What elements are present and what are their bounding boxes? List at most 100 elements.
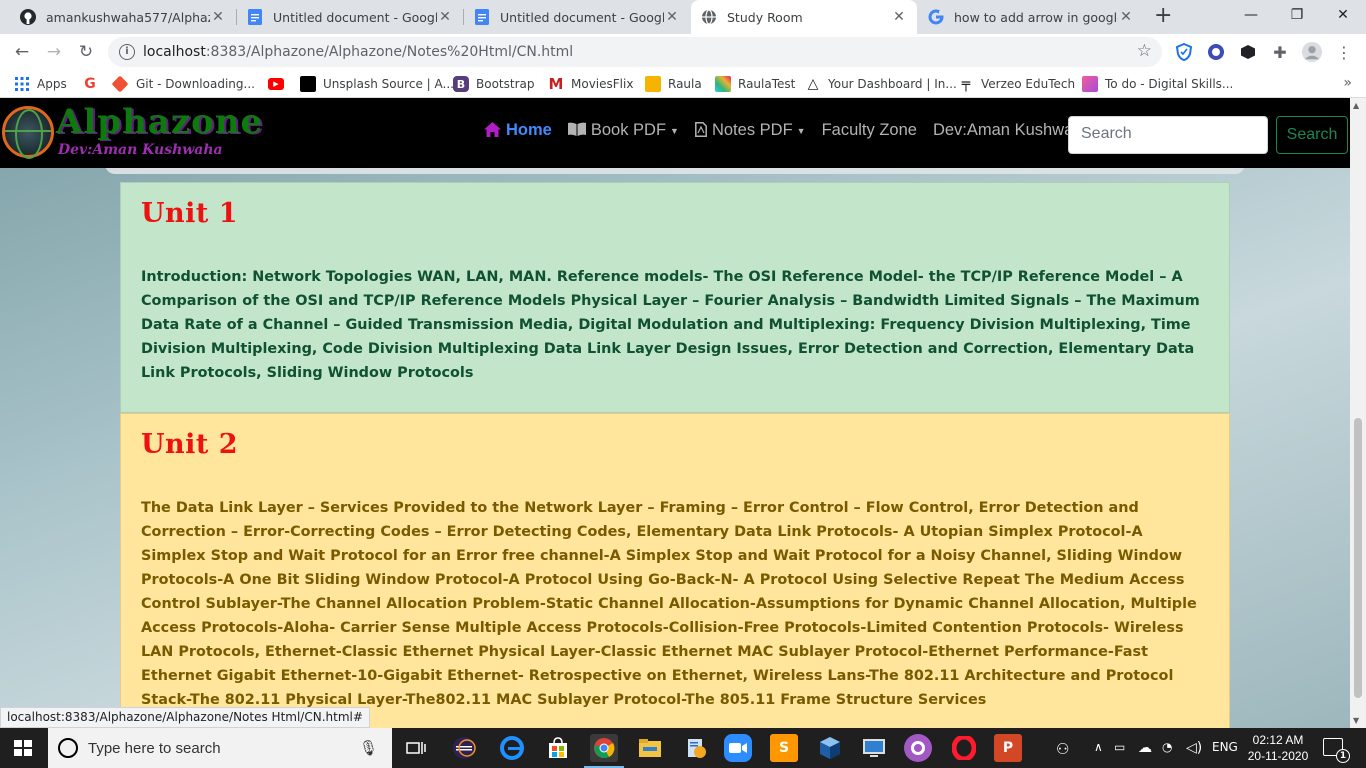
google-docs-icon [247, 9, 263, 25]
maximize-button[interactable]: ❐ [1274, 0, 1320, 30]
youtube-icon: ▶ [268, 78, 284, 90]
tab-study-room[interactable]: Study Room ✕ [691, 0, 917, 34]
dashboard-icon: △ [807, 76, 819, 92]
edge-icon[interactable] [498, 734, 526, 762]
tab-title: amankushwaha577/Alphazone [46, 9, 210, 25]
file-explorer-icon[interactable] [636, 734, 664, 762]
bookmark-git[interactable]: Git - Downloading... [111, 75, 255, 93]
info-icon[interactable]: i [119, 44, 135, 60]
input-language[interactable]: ENG [1212, 740, 1238, 754]
brand-subtitle: Dev:Aman Kushwaha [58, 142, 223, 158]
menu-kebab-icon[interactable]: ⋮ [1334, 42, 1354, 62]
bookmark-raula[interactable]: Raula [645, 75, 702, 93]
bookmark-moviesflix[interactable]: M MoviesFlix [548, 75, 634, 93]
puzzle-extensions-icon[interactable]: ✚ [1270, 42, 1290, 62]
close-window-button[interactable]: ✕ [1320, 0, 1366, 30]
site-search-button[interactable]: Search [1276, 116, 1348, 154]
page-scrollbar[interactable]: ▲ ▼ [1350, 98, 1366, 728]
bookmark-dashboard[interactable]: △ Your Dashboard | In... [805, 75, 957, 93]
tab-google-docs-1[interactable]: Untitled document - Google D ✕ [237, 0, 463, 34]
unit-title: Unit 2 [141, 429, 239, 460]
nav-faculty-zone[interactable]: Faculty Zone [822, 121, 917, 140]
chrome-icon[interactable] [584, 734, 624, 768]
cube-extension-icon[interactable] [1238, 42, 1258, 62]
onedrive-cloud-icon[interactable]: ☁ [1138, 740, 1152, 756]
book-icon [567, 122, 586, 139]
chevron-up-icon[interactable]: ∧ [1094, 740, 1103, 754]
bookmark-star-icon[interactable]: ☆ [1137, 41, 1152, 61]
bookmark-label: Unsplash Source | A... [323, 77, 454, 91]
bookmark-bootstrap[interactable]: B Bootstrap [453, 75, 534, 93]
close-icon[interactable]: ✕ [664, 9, 680, 25]
wifi-icon[interactable]: ◔ [1162, 740, 1172, 754]
unit-syllabus-text: Introduction: Network Topologies WAN, LA… [141, 269, 1200, 381]
git-icon [111, 75, 129, 93]
taskbar-search-box[interactable]: Type here to search 🎙 [48, 728, 392, 768]
reload-button[interactable]: ↻ [74, 40, 98, 64]
google-icon [928, 9, 944, 25]
tab-google-search[interactable]: how to add arrow in google dc ✕ [918, 0, 1144, 34]
bookmark-apps[interactable]: Apps [14, 75, 67, 93]
nav-notes-pdf[interactable]: Notes PDF ▼ [695, 121, 806, 140]
bookmark-verzeo[interactable]: ╤ Verzeo EduTech [958, 75, 1075, 93]
extension-circle-icon[interactable] [1206, 42, 1226, 62]
bookmark-todo[interactable]: To do - Digital Skills... [1082, 75, 1233, 93]
nav-book-pdf[interactable]: Book PDF ▼ [567, 121, 679, 140]
scroll-up-arrow-icon[interactable]: ▲ [1353, 101, 1359, 110]
todo-icon [1082, 76, 1098, 92]
forward-button[interactable]: → [42, 40, 66, 64]
close-icon[interactable]: ✕ [1118, 9, 1134, 25]
minimize-button[interactable]: — [1228, 0, 1274, 30]
site-search-input[interactable]: Search [1068, 116, 1268, 154]
github-desktop-icon[interactable] [904, 734, 932, 762]
windows-start-icon[interactable] [14, 740, 32, 756]
notification-center-icon[interactable]: 1 [1323, 738, 1350, 763]
system-clock[interactable]: 02:12 AM 20-11-2020 [1245, 732, 1311, 764]
opera-icon[interactable] [950, 734, 978, 762]
microphone-icon[interactable]: 🎙 [359, 739, 378, 757]
globe-icon [701, 9, 717, 25]
bookmark-google[interactable]: G [82, 75, 105, 93]
zoom-icon[interactable] [724, 734, 752, 762]
tab-github[interactable]: amankushwaha577/Alphazone ✕ [10, 0, 236, 34]
nav-home[interactable]: Home [484, 121, 552, 140]
eclipse-icon[interactable] [450, 734, 478, 762]
chevron-double-right-icon[interactable]: » [1343, 75, 1352, 91]
status-bar-url: localhost:8383/Alphazone/Alphazone/Notes… [0, 707, 370, 728]
scroll-down-arrow-icon[interactable]: ▼ [1353, 716, 1359, 725]
brand-logo[interactable]: Alphazone Dev:Aman Kushwaha [0, 102, 300, 164]
url-text[interactable]: localhost:8383/Alphazone/Alphazone/Notes… [143, 44, 573, 60]
bookmark-label: MoviesFlix [571, 77, 634, 91]
control-panel-icon[interactable] [682, 734, 710, 762]
bookmark-label: To do - Digital Skills... [1105, 77, 1234, 91]
bookmark-unsplash[interactable]: Unsplash Source | A... [300, 75, 454, 93]
bookmark-raulatest[interactable]: RaulaTest [715, 75, 795, 93]
virtualbox-icon[interactable] [816, 734, 844, 762]
new-tab-button[interactable]: + [1154, 5, 1172, 27]
scrollbar-thumb[interactable] [1354, 418, 1362, 698]
home-icon [484, 121, 501, 140]
cortana-ring-icon [58, 738, 78, 758]
store-icon[interactable] [544, 734, 572, 762]
close-icon[interactable]: ✕ [437, 9, 453, 25]
file-pdf-icon [695, 121, 707, 140]
powerpoint-icon[interactable]: P [994, 734, 1022, 762]
sublime-text-icon[interactable]: S [770, 734, 798, 762]
profile-avatar-icon[interactable] [1302, 42, 1322, 62]
unit-2-card: Unit 2 The Data Link Layer – Services Pr… [120, 413, 1230, 728]
bookmark-label: Raula [668, 77, 702, 91]
close-icon[interactable]: ✕ [891, 9, 907, 25]
people-icon[interactable]: ⚇ [1056, 740, 1069, 758]
notification-count: 1 [1336, 749, 1350, 763]
unsplash-icon [300, 76, 316, 92]
task-view-icon[interactable] [402, 734, 430, 762]
battery-icon[interactable]: ▭ [1114, 740, 1125, 754]
bookmark-youtube[interactable]: ▶ [268, 75, 291, 93]
back-button[interactable]: ← [10, 40, 34, 64]
remote-desktop-icon[interactable] [860, 734, 888, 762]
volume-icon[interactable]: ◁) [1186, 740, 1202, 756]
tab-google-docs-2[interactable]: Untitled document - Google D ✕ [464, 0, 690, 34]
address-bar[interactable]: i localhost:8383/Alphazone/Alphazone/Not… [108, 37, 1162, 67]
close-icon[interactable]: ✕ [210, 9, 226, 25]
shield-extension-icon[interactable] [1174, 42, 1194, 62]
